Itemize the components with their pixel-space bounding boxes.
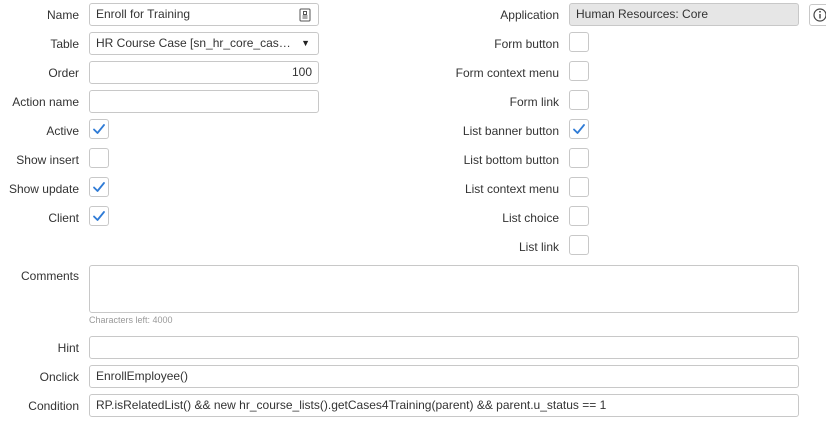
show-update-label: Show update: [8, 182, 79, 196]
list-choice-label: List choice: [502, 211, 559, 225]
action-name-input[interactable]: [89, 90, 319, 113]
show-insert-checkbox[interactable]: [89, 148, 109, 168]
list-context-menu-label: List context menu: [464, 182, 559, 196]
checkmark-icon: [93, 182, 105, 192]
order-input[interactable]: 100: [89, 61, 319, 84]
list-banner-button-checkbox[interactable]: [569, 119, 589, 139]
hint-label: Hint: [57, 341, 79, 355]
order-value: 100: [291, 65, 312, 79]
list-bottom-button-checkbox[interactable]: [569, 148, 589, 168]
checkmark-icon: [573, 124, 585, 134]
form-button-checkbox[interactable]: [569, 32, 589, 52]
table-label: Table: [50, 37, 79, 51]
condition-value: RP.isRelatedList() && new hr_course_list…: [96, 398, 607, 412]
client-checkbox[interactable]: [89, 206, 109, 226]
checkmark-icon: [93, 124, 105, 134]
onclick-input[interactable]: EnrollEmployee(): [89, 365, 799, 388]
list-link-checkbox[interactable]: [569, 235, 589, 255]
active-checkbox[interactable]: [89, 119, 109, 139]
onclick-label: Onclick: [39, 370, 79, 384]
comments-textarea[interactable]: [89, 265, 799, 313]
application-field: Human Resources: Core: [569, 3, 799, 26]
show-insert-label: Show insert: [16, 153, 79, 167]
show-update-checkbox[interactable]: [89, 177, 109, 197]
name-value: Enroll for Training: [96, 7, 191, 21]
list-choice-checkbox[interactable]: [569, 206, 589, 226]
list-banner-button-label: List banner button: [462, 124, 559, 138]
table-value: HR Course Case [sn_hr_core_cas…: [96, 36, 291, 50]
name-input[interactable]: Enroll for Training: [89, 3, 319, 26]
info-icon[interactable]: [809, 4, 826, 26]
active-label: Active: [46, 124, 79, 138]
form-button-label: Form button: [494, 37, 559, 51]
client-label: Client: [48, 211, 79, 225]
condition-input[interactable]: RP.isRelatedList() && new hr_course_list…: [89, 394, 799, 417]
order-label: Order: [48, 66, 79, 80]
form-link-checkbox[interactable]: [569, 90, 589, 110]
form-context-menu-checkbox[interactable]: [569, 61, 589, 81]
application-value: Human Resources: Core: [576, 7, 709, 21]
application-label: Application: [500, 8, 559, 22]
comments-label: Comments: [20, 269, 79, 283]
condition-label: Condition: [28, 399, 79, 413]
list-link-label: List link: [518, 240, 559, 254]
checkmark-icon: [93, 211, 105, 221]
document-icon[interactable]: [299, 8, 311, 25]
onclick-value: EnrollEmployee(): [96, 369, 189, 383]
list-context-menu-checkbox[interactable]: [569, 177, 589, 197]
table-select[interactable]: HR Course Case [sn_hr_core_cas… ▼: [89, 32, 319, 55]
name-label: Name: [46, 8, 79, 22]
hint-input[interactable]: [89, 336, 799, 359]
action-name-label: Action name: [12, 95, 79, 109]
chevron-down-icon: ▼: [301, 38, 310, 48]
form-context-menu-label: Form context menu: [455, 66, 559, 80]
list-bottom-button-label: List bottom button: [463, 153, 559, 167]
form-link-label: Form link: [509, 95, 559, 109]
characters-left-counter: Characters left: 4000: [89, 315, 173, 325]
